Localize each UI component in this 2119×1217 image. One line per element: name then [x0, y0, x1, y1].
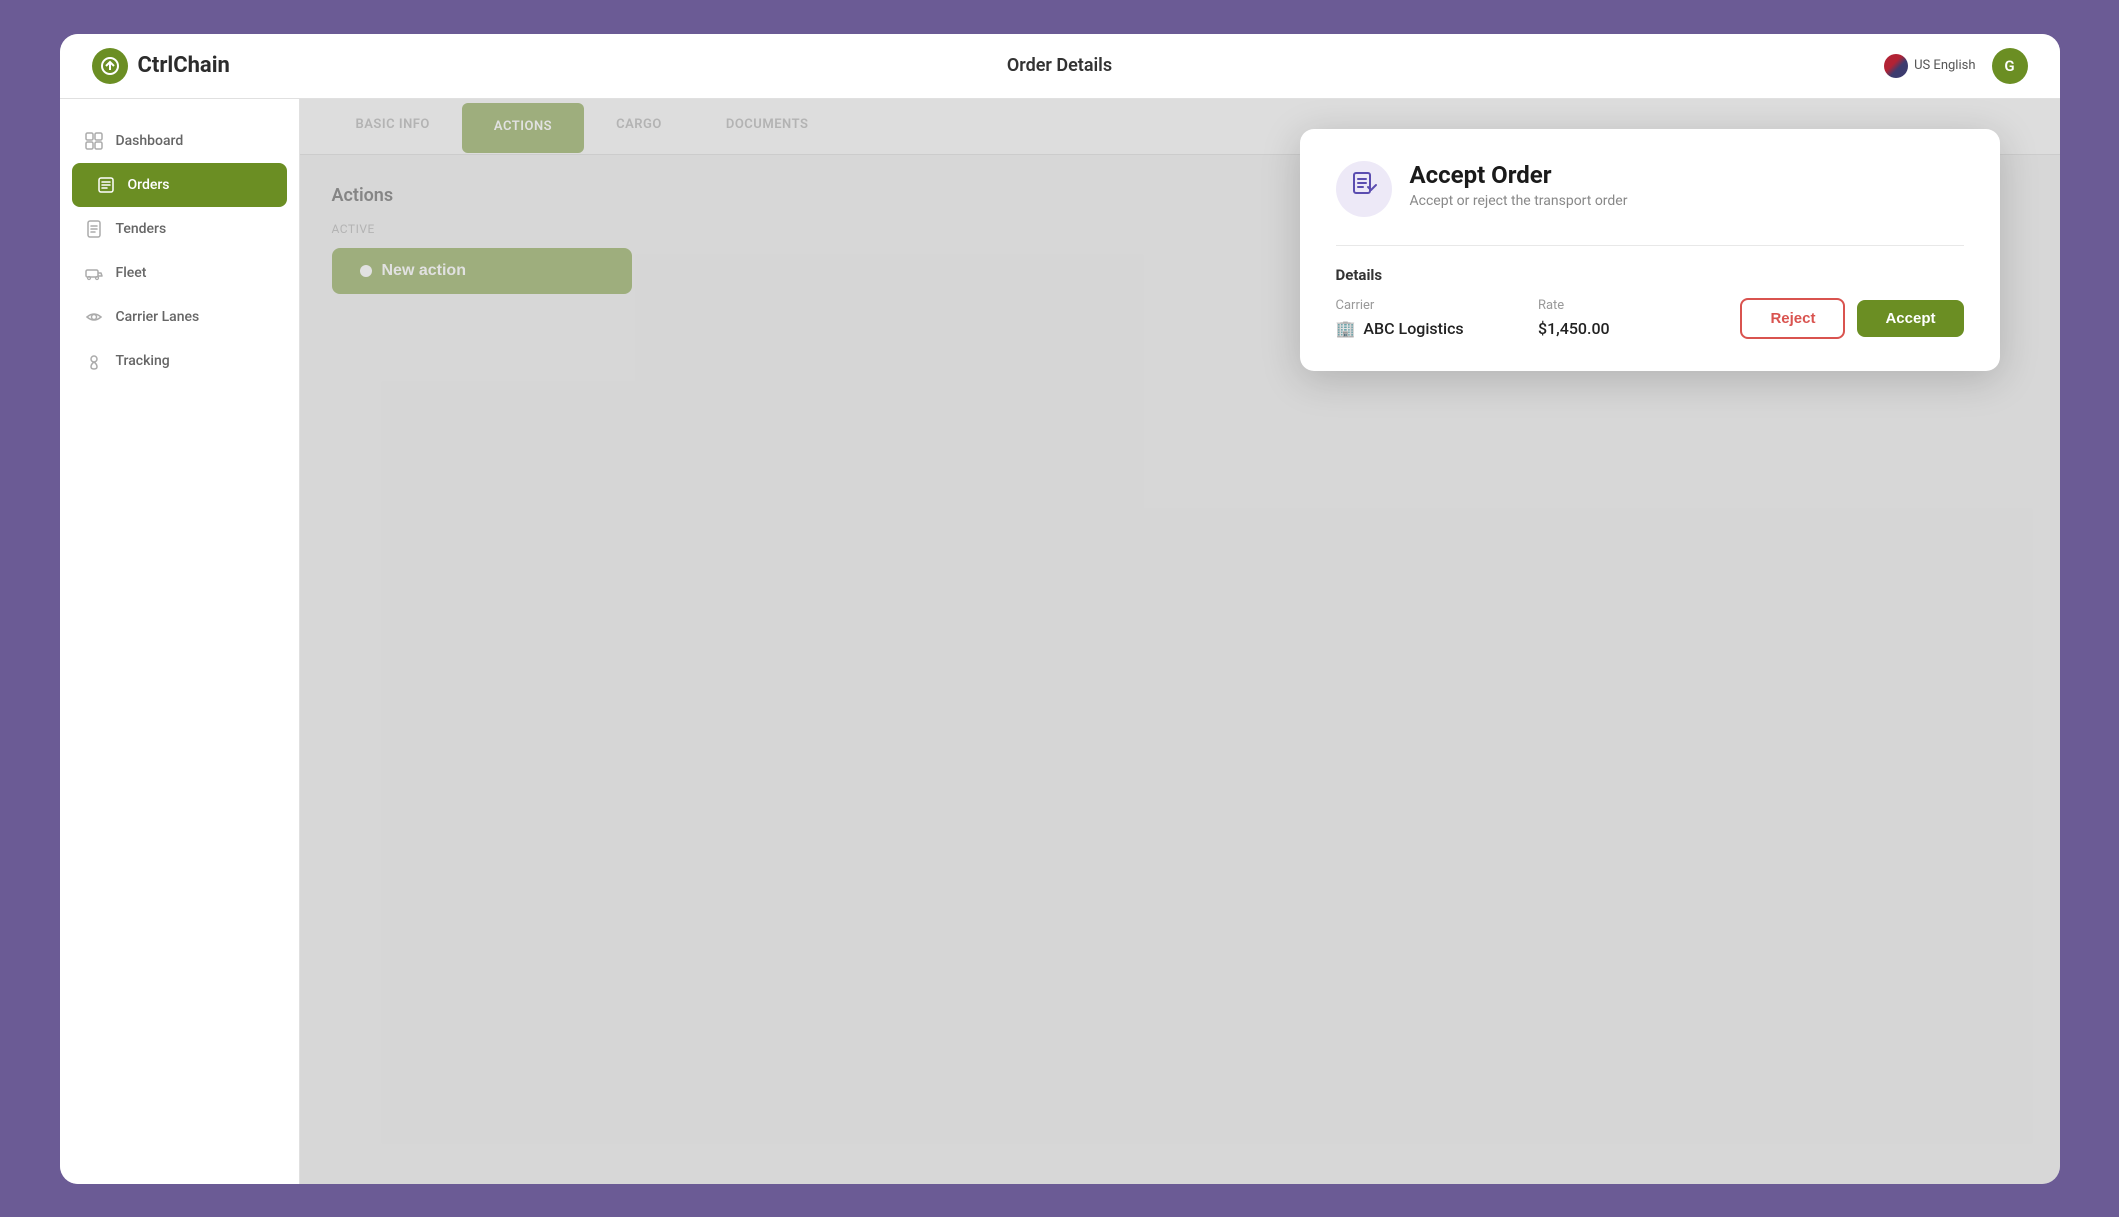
lang-label: US English — [1914, 58, 1975, 73]
header: CtrlChain Order Details US English G — [60, 34, 2060, 99]
fleet-icon — [84, 263, 104, 283]
page-title: Order Details — [1007, 55, 1112, 76]
sidebar-label-fleet: Fleet — [116, 265, 147, 281]
sidebar-label-orders: Orders — [128, 177, 170, 193]
modal-overlay[interactable]: Accept Order Accept or reject the transp… — [300, 99, 2060, 1184]
sidebar-item-dashboard[interactable]: Dashboard — [60, 119, 299, 163]
rate-col: Rate $1,450.00 — [1538, 298, 1740, 338]
content-area: BASIC INFO ACTIONS CARGO DOCUMENTS Actio… — [300, 99, 2060, 1184]
sidebar-label-tenders: Tenders — [116, 221, 167, 237]
tracking-icon — [84, 351, 104, 371]
app-frame: CtrlChain Order Details US English G — [60, 34, 2060, 1184]
reject-button[interactable]: Reject — [1740, 298, 1845, 339]
carrier-name: ABC Logistics — [1363, 319, 1463, 338]
modal-title-area: Accept Order Accept or reject the transp… — [1410, 161, 1628, 209]
sidebar-item-fleet[interactable]: Fleet — [60, 251, 299, 295]
flag-icon — [1884, 54, 1908, 78]
modal-divider — [1336, 245, 1964, 246]
sidebar: Dashboard Orders Tenders — [60, 99, 300, 1184]
sidebar-item-orders[interactable]: Orders — [72, 163, 287, 207]
carrier-col-value: 🏢 ABC Logistics — [1336, 319, 1538, 338]
tenders-icon — [84, 219, 104, 239]
accept-button[interactable]: Accept — [1857, 300, 1963, 337]
carrier-lanes-icon — [84, 307, 104, 327]
sidebar-label-dashboard: Dashboard — [116, 133, 184, 149]
accept-order-modal: Accept Order Accept or reject the transp… — [1300, 129, 2000, 371]
language-selector[interactable]: US English — [1884, 54, 1975, 78]
details-footer: Carrier 🏢 ABC Logistics Rate $1,450.00 — [1336, 298, 1964, 339]
rate-col-label: Rate — [1538, 298, 1740, 313]
logo-icon — [92, 48, 128, 84]
sidebar-item-tenders[interactable]: Tenders — [60, 207, 299, 251]
sidebar-label-tracking: Tracking — [116, 353, 170, 369]
sidebar-label-carrier-lanes: Carrier Lanes — [116, 309, 200, 325]
order-document-icon — [1350, 171, 1378, 206]
modal-subtitle: Accept or reject the transport order — [1410, 193, 1628, 209]
carrier-building-icon: 🏢 — [1336, 319, 1356, 338]
modal-header: Accept Order Accept or reject the transp… — [1336, 161, 1964, 217]
header-right: US English G — [1884, 48, 2027, 84]
carrier-col: Carrier 🏢 ABC Logistics — [1336, 298, 1538, 338]
rate-value: $1,450.00 — [1538, 319, 1610, 338]
main-layout: Dashboard Orders Tenders — [60, 99, 2060, 1184]
sidebar-item-carrier-lanes[interactable]: Carrier Lanes — [60, 295, 299, 339]
logo-area: CtrlChain — [92, 48, 230, 84]
rate-col-value: $1,450.00 — [1538, 319, 1740, 338]
modal-icon-wrap — [1336, 161, 1392, 217]
logo-text: CtrlChain — [138, 53, 230, 78]
modal-title: Accept Order — [1410, 161, 1628, 189]
orders-icon — [96, 175, 116, 195]
modal-actions: Reject Accept — [1740, 298, 1963, 339]
details-label: Details — [1336, 266, 1964, 284]
details-row: Carrier 🏢 ABC Logistics Rate $1,450.00 — [1336, 298, 1741, 338]
dashboard-icon — [84, 131, 104, 151]
user-avatar[interactable]: G — [1992, 48, 2028, 84]
sidebar-item-tracking[interactable]: Tracking — [60, 339, 299, 383]
carrier-col-label: Carrier — [1336, 298, 1538, 313]
